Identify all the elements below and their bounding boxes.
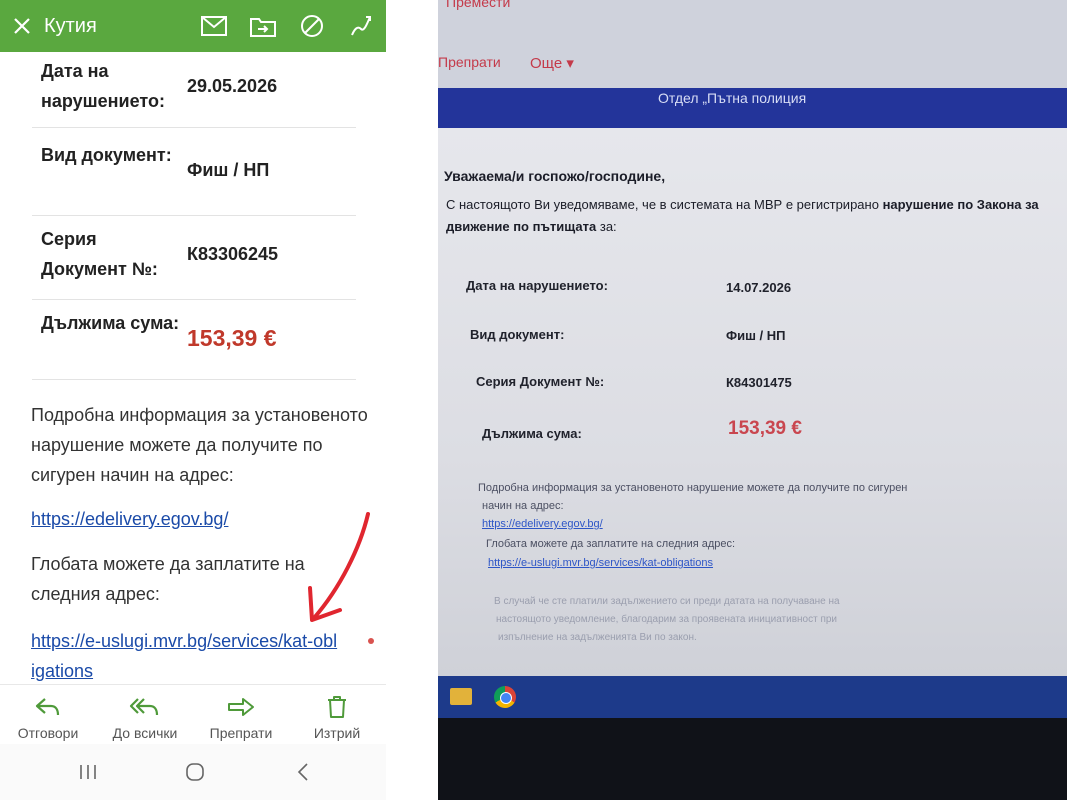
reply-button[interactable]: Отговори [3, 693, 93, 741]
edelivery-link[interactable]: https://edelivery.egov.bg/ [482, 518, 603, 530]
notice-line-2: настоящото уведомление, благодарим за пр… [496, 614, 838, 625]
back-icon[interactable] [291, 760, 315, 784]
fine-text: Глобата можете да заплатите на следния а… [31, 554, 305, 604]
annotation-arrow [308, 512, 370, 622]
detail-label: Серия Документ №: [476, 374, 605, 389]
reply-label: Отговори [17, 725, 79, 741]
pay-link[interactable]: https://e-uslugi.mvr.bg/services/kat-obl… [488, 557, 713, 569]
reply-icon [3, 693, 93, 721]
notice-line-1: В случай че сте платили задължението си … [494, 596, 840, 607]
delete-button[interactable]: Изтрий [292, 693, 382, 741]
greeting: Уважаема/и госпожо/господине, [444, 168, 666, 184]
notice-line-3: изпълнение на задълженията Ви по закон. [498, 632, 697, 643]
delete-label: Изтрий [313, 725, 361, 741]
detail-label: Дата на нарушението: [466, 278, 608, 293]
department-title: Отдел „Пътна полиция [658, 90, 807, 106]
recent-apps-icon[interactable] [76, 760, 100, 784]
home-icon[interactable] [183, 760, 207, 784]
close-icon[interactable] [0, 0, 44, 52]
chrome-icon[interactable] [494, 686, 516, 708]
mail-icon[interactable] [200, 13, 227, 40]
block-icon[interactable] [298, 13, 325, 40]
monitor-bezel [438, 718, 1067, 800]
intro-part-2: за: [596, 219, 617, 234]
fine-text: Глобата можете да заплатите на следния а… [486, 538, 736, 550]
detail-label: Дължима сума: [41, 313, 180, 333]
topbar-actions [200, 0, 374, 52]
forward-icon [196, 693, 286, 721]
detail-value: 29.05.2026 [187, 76, 278, 96]
detail-row-date: Дата на нарушението: 29.05.2026 [32, 52, 356, 128]
trash-icon [292, 693, 382, 721]
caret-down-icon: ▾ [566, 55, 574, 72]
info-text: Подробна информация за установеното нару… [31, 405, 368, 485]
edelivery-link[interactable]: https://edelivery.egov.bg/ [31, 504, 228, 534]
mail-topbar: Кутия [0, 0, 386, 52]
detail-row-doc-type: Вид документ: Фиш / НП [32, 128, 356, 216]
detail-value: К83306245 [187, 244, 279, 264]
detail-value: Фиш / НП [187, 160, 270, 180]
reply-all-button[interactable]: До всички [100, 693, 190, 741]
detail-value: Фиш / НП [726, 328, 786, 343]
monitor-photo: Премести Препрати Още ▾ Отдел „Пътна пол… [438, 0, 1067, 800]
detail-label: Дата на нарушението: [41, 61, 165, 111]
detail-label: Вид документ: [470, 327, 565, 342]
mail-toolbar: Премести Препрати Още ▾ [438, 0, 1067, 92]
forward-link[interactable]: Препрати [438, 54, 501, 70]
mailbox-title: Кутия [44, 14, 97, 37]
unread-dot [368, 638, 374, 644]
more-label: Още [530, 55, 563, 72]
mail-header-band: Отдел „Пътна полиция [438, 88, 1067, 128]
move-icon[interactable] [249, 13, 276, 40]
amount-due: 153,39 € [187, 325, 277, 351]
detail-value: 14.07.2026 [726, 280, 792, 295]
forward-button[interactable]: Препрати [196, 693, 286, 741]
amount-due: 153,39 € [728, 418, 802, 439]
move-link[interactable]: Премести [446, 0, 510, 10]
intro-part-1: С настоящото Ви уведомяваме, че в систем… [446, 197, 883, 212]
mail-action-bar: Отговори До всички Препрати Изтрий [0, 684, 386, 744]
more-menu[interactable]: Още ▾ [530, 54, 574, 72]
detail-label: Серия Документ №: [41, 229, 158, 279]
detail-label: Вид документ: [41, 145, 172, 165]
phone-screenshot: Кутия Дата на нарушението: 29.05.2026 Ви… [0, 0, 386, 800]
detail-value: К84301475 [726, 375, 792, 390]
info-text-2: начин на адрес: [482, 500, 564, 512]
android-navbar [0, 744, 386, 800]
detail-row-doc-number: Серия Документ №: К83306245 [32, 216, 356, 300]
detail-label: Дължима сума: [482, 426, 582, 441]
intro-text: С настоящото Ви уведомяваме, че в систем… [446, 194, 1046, 238]
edit-icon[interactable] [347, 13, 374, 40]
mail-content: Уважаема/и госпожо/господине, С настоящо… [438, 128, 1067, 676]
windows-taskbar [438, 676, 1067, 718]
reply-all-icon [100, 693, 190, 721]
folder-icon[interactable] [450, 688, 472, 705]
forward-label: Препрати [209, 725, 273, 741]
pay-link[interactable]: https://e-uslugi.mvr.bg/services/kat-obl… [31, 626, 341, 684]
reply-all-label: До всички [112, 725, 178, 741]
info-text-1: Подробна информация за установеното нару… [478, 482, 908, 494]
detail-row-amount: Дължима сума: 153,39 € [32, 300, 356, 380]
